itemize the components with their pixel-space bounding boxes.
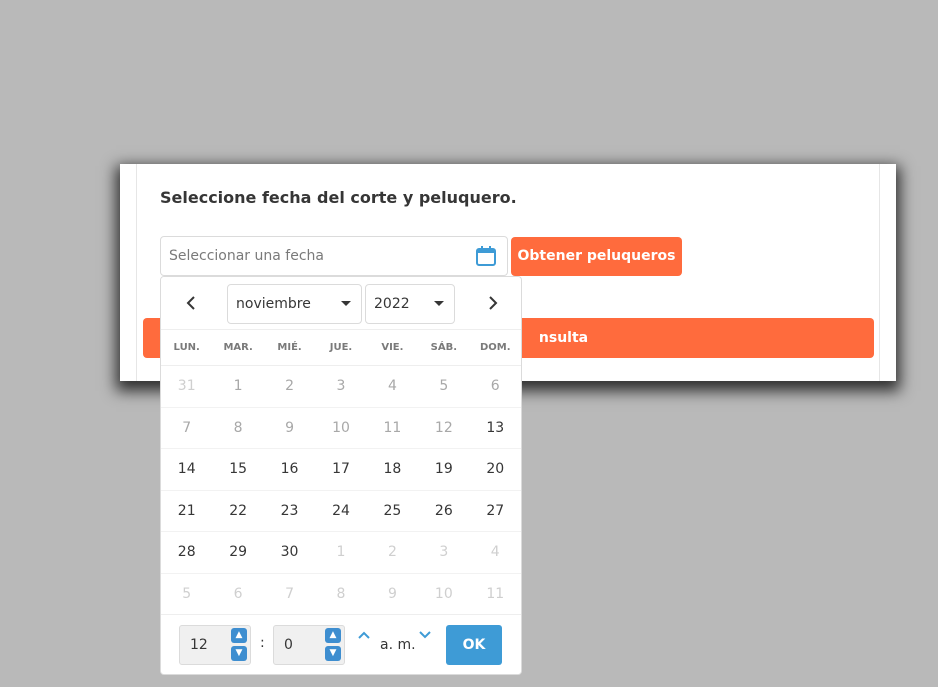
calendar-day: 5 <box>182 585 192 602</box>
meridiem-down-icon[interactable] <box>418 629 432 643</box>
calendar-day[interactable]: 23 <box>264 491 315 532</box>
calendar-day[interactable]: 24 <box>315 491 366 532</box>
datepicker-dropdown: noviembre 2022 LUN. MAR. MIÉ. JUE. VIE. SÁB. D… <box>160 276 522 675</box>
timepicker: 12 ▲ ▼ : 0 ▲ ▼ a. m. OK <box>161 614 521 674</box>
calendar-day[interactable]: 16 <box>264 449 315 490</box>
calendar-week: 28 29 30 1 2 3 4 <box>161 532 521 574</box>
hours-input[interactable]: 12 ▲ ▼ <box>179 625 251 665</box>
calendar-day[interactable]: 17 <box>315 449 366 490</box>
calendar-day[interactable]: 19 <box>418 449 469 490</box>
calendar-day: 2 <box>285 378 295 394</box>
calendar-day[interactable]: 14 <box>161 449 212 490</box>
calendar-grid: 31 1 2 3 4 5 6 7 8 9 10 11 12 13 14 15 16 17 18 19 20 21 22 23 2… <box>161 366 521 616</box>
chevron-right-icon <box>489 296 498 310</box>
calendar-day: 7 <box>182 419 192 436</box>
calendar-day[interactable]: 30 <box>264 532 315 573</box>
calendar-day[interactable]: 22 <box>212 491 263 532</box>
weekday-label: DOM. <box>479 342 511 353</box>
weekday-header: LUN. MAR. MIÉ. JUE. VIE. SÁB. DOM. <box>161 330 521 366</box>
weekday-label: MAR. <box>223 342 253 353</box>
date-input[interactable] <box>161 237 461 275</box>
weekday-label: VIE. <box>381 342 404 353</box>
calendar-day: 11 <box>486 585 505 602</box>
calendar-day[interactable]: 29 <box>212 532 263 573</box>
minutes-input[interactable]: 0 ▲ ▼ <box>273 625 345 665</box>
datepicker-header: noviembre 2022 <box>161 277 521 330</box>
year-value: 2022 <box>374 296 410 312</box>
calendar-day[interactable]: 27 <box>470 491 521 532</box>
prev-month-button[interactable] <box>171 285 211 321</box>
calendar-day[interactable]: 26 <box>418 491 469 532</box>
calendar-day: 1 <box>336 544 346 561</box>
calendar-day: 4 <box>490 544 500 561</box>
ok-button[interactable]: OK <box>446 625 502 665</box>
month-value: noviembre <box>236 296 311 312</box>
hours-up-icon[interactable]: ▲ <box>231 628 247 643</box>
form-title: Seleccione fecha del corte y peluquero. <box>160 188 517 207</box>
calendar-day: 8 <box>233 419 243 436</box>
hours-down-icon[interactable]: ▼ <box>231 646 247 661</box>
calendar-day: 6 <box>233 585 243 602</box>
calendar-day: 8 <box>336 585 346 602</box>
weekday-label: SÁB. <box>430 342 457 353</box>
weekday-label: JUE. <box>329 342 353 353</box>
calendar-week: 5 6 7 8 9 10 11 <box>161 574 521 616</box>
calendar-week: 31 1 2 3 4 5 6 <box>161 366 521 408</box>
calendar-day[interactable]: 25 <box>367 491 418 532</box>
calendar-day: 12 <box>434 419 453 436</box>
calendar-day: 2 <box>387 544 397 561</box>
minutes-value: 0 <box>284 637 293 653</box>
calendar-day[interactable]: 20 <box>470 449 521 490</box>
calendar-week: 7 8 9 10 11 12 13 <box>161 408 521 450</box>
calendar-day[interactable]: 15 <box>212 449 263 490</box>
calendar-day[interactable]: 13 <box>470 408 521 449</box>
calendar-day: 6 <box>490 378 500 394</box>
calendar-day: 3 <box>439 544 449 561</box>
get-barbers-button[interactable]: Obtener peluqueros <box>511 237 682 276</box>
minutes-down-icon[interactable]: ▼ <box>325 646 341 661</box>
minutes-up-icon[interactable]: ▲ <box>325 628 341 643</box>
calendar-week: 14 15 16 17 18 19 20 <box>161 449 521 491</box>
chevron-down-icon <box>341 301 351 306</box>
calendar-day: 3 <box>336 378 346 394</box>
hours-value: 12 <box>190 637 208 653</box>
weekday-label: MIÉ. <box>277 342 302 353</box>
time-separator: : <box>260 635 265 651</box>
month-select[interactable]: noviembre <box>227 284 362 324</box>
chevron-left-icon <box>186 296 195 310</box>
year-select[interactable]: 2022 <box>365 284 455 324</box>
calendar-day: 10 <box>434 585 453 602</box>
next-month-button[interactable] <box>473 285 513 321</box>
calendar-day: 1 <box>233 378 243 394</box>
calendar-day[interactable]: 21 <box>161 491 212 532</box>
calendar-day: 31 <box>177 378 196 394</box>
calendar-day: 9 <box>285 419 295 436</box>
meridiem-value: a. m. <box>380 637 416 653</box>
calendar-day: 4 <box>387 378 397 394</box>
meridiem-up-icon[interactable] <box>357 629 371 643</box>
calendar-day: 9 <box>387 585 397 602</box>
chevron-down-icon <box>434 301 444 306</box>
calendar-day: 5 <box>439 378 449 394</box>
weekday-label: LUN. <box>173 342 200 353</box>
calendar-icon[interactable] <box>475 245 497 267</box>
date-field[interactable] <box>160 236 508 276</box>
calendar-day: 11 <box>383 419 402 436</box>
calendar-week: 21 22 23 24 25 26 27 <box>161 491 521 533</box>
calendar-day: 7 <box>285 585 295 602</box>
calendar-day[interactable]: 18 <box>367 449 418 490</box>
calendar-day[interactable]: 28 <box>161 532 212 573</box>
calendar-day: 10 <box>332 419 350 436</box>
